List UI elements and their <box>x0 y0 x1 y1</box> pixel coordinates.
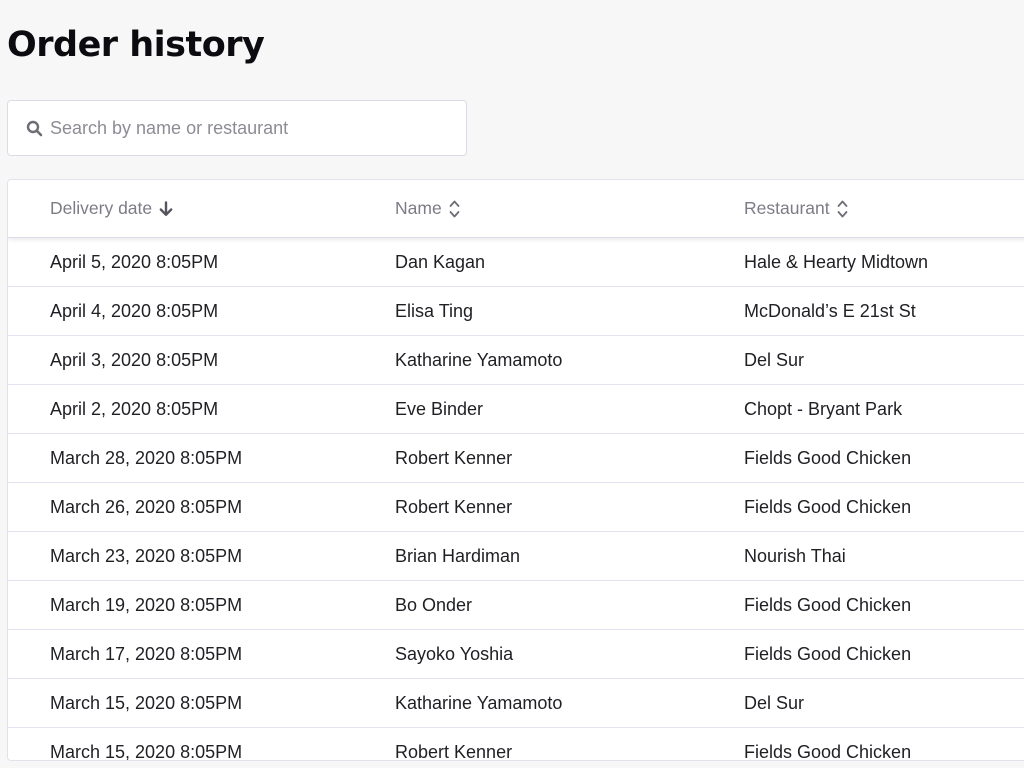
cell-restaurant: Fields Good Chicken <box>744 447 912 468</box>
cell-delivery-date: April 5, 2020 8:05PM <box>50 251 219 272</box>
table-header: Delivery date Name Restaurant <box>8 180 1024 238</box>
cell-name: Eve Binder <box>395 398 484 419</box>
cell-name: Robert Kenner <box>395 447 513 468</box>
cell-name: Robert Kenner <box>395 741 513 761</box>
cell-name: Katharine Yamamoto <box>395 349 563 370</box>
cell-delivery-date: March 19, 2020 8:05PM <box>50 594 243 615</box>
search-box[interactable] <box>7 100 467 156</box>
cell-restaurant: McDonald’s E 21st St <box>744 300 916 321</box>
cell-delivery-date: March 17, 2020 8:05PM <box>50 643 243 664</box>
cell-restaurant: Del Sur <box>744 349 805 370</box>
search-input[interactable] <box>50 117 440 139</box>
cell-restaurant: Fields Good Chicken <box>744 741 912 761</box>
column-header-label: Restaurant <box>744 198 830 218</box>
cell-delivery-date: March 26, 2020 8:05PM <box>50 496 243 517</box>
table-row[interactable]: April 3, 2020 8:05PM Katharine Yamamoto … <box>8 336 1024 385</box>
order-history-page: Order history Delivery date Name <box>0 0 1024 768</box>
table-row[interactable]: March 26, 2020 8:05PM Robert Kenner Fiel… <box>8 483 1024 532</box>
cell-restaurant: Fields Good Chicken <box>744 496 912 517</box>
cell-restaurant: Nourish Thai <box>744 545 846 566</box>
table-body: April 5, 2020 8:05PM Dan Kagan Hale & He… <box>8 238 1024 761</box>
table-row[interactable]: March 23, 2020 8:05PM Brian Hardiman Nou… <box>8 532 1024 581</box>
table-row[interactable]: March 15, 2020 8:05PM Robert Kenner Fiel… <box>8 728 1024 761</box>
cell-restaurant: Chopt - Bryant Park <box>744 398 903 419</box>
cell-delivery-date: April 4, 2020 8:05PM <box>50 300 219 321</box>
table-row[interactable]: April 4, 2020 8:05PM Elisa Ting McDonald… <box>8 287 1024 336</box>
table-row[interactable]: March 19, 2020 8:05PM Bo Onder Fields Go… <box>8 581 1024 630</box>
cell-restaurant: Hale & Hearty Midtown <box>744 251 929 272</box>
cell-name: Bo Onder <box>395 594 473 615</box>
cell-restaurant: Fields Good Chicken <box>744 643 912 664</box>
sort-updown-icon <box>837 199 848 219</box>
column-header-label: Name <box>395 198 442 218</box>
table-row[interactable]: April 5, 2020 8:05PM Dan Kagan Hale & He… <box>8 238 1024 287</box>
cell-name: Brian Hardiman <box>395 545 521 566</box>
sort-updown-icon <box>449 199 460 219</box>
cell-name: Sayoko Yoshia <box>395 643 514 664</box>
cell-restaurant: Del Sur <box>744 692 805 713</box>
cell-delivery-date: April 3, 2020 8:05PM <box>50 349 219 370</box>
search-icon <box>25 119 43 137</box>
table-row[interactable]: March 17, 2020 8:05PM Sayoko Yoshia Fiel… <box>8 630 1024 679</box>
column-header-delivery-date[interactable]: Delivery date <box>50 180 173 237</box>
cell-name: Robert Kenner <box>395 496 513 517</box>
cell-name: Dan Kagan <box>395 251 486 272</box>
column-header-label: Delivery date <box>50 198 153 218</box>
cell-delivery-date: April 2, 2020 8:05PM <box>50 398 219 419</box>
table-row[interactable]: March 15, 2020 8:05PM Katharine Yamamoto… <box>8 679 1024 728</box>
cell-restaurant: Fields Good Chicken <box>744 594 912 615</box>
arrow-down-icon <box>159 200 173 217</box>
table-row[interactable]: April 2, 2020 8:05PM Eve Binder Chopt - … <box>8 385 1024 434</box>
cell-name: Elisa Ting <box>395 300 474 321</box>
cell-delivery-date: March 15, 2020 8:05PM <box>50 692 243 713</box>
table-row[interactable]: March 28, 2020 8:05PM Robert Kenner Fiel… <box>8 434 1024 483</box>
cell-name: Katharine Yamamoto <box>395 692 563 713</box>
cell-delivery-date: March 28, 2020 8:05PM <box>50 447 243 468</box>
cell-delivery-date: March 15, 2020 8:05PM <box>50 741 243 761</box>
cell-delivery-date: March 23, 2020 8:05PM <box>50 545 243 566</box>
page-title: Order history <box>7 25 265 65</box>
orders-table: Delivery date Name Restaurant April 5, 2… <box>7 179 1024 761</box>
column-header-restaurant[interactable]: Restaurant <box>744 180 848 237</box>
column-header-name[interactable]: Name <box>395 180 460 237</box>
